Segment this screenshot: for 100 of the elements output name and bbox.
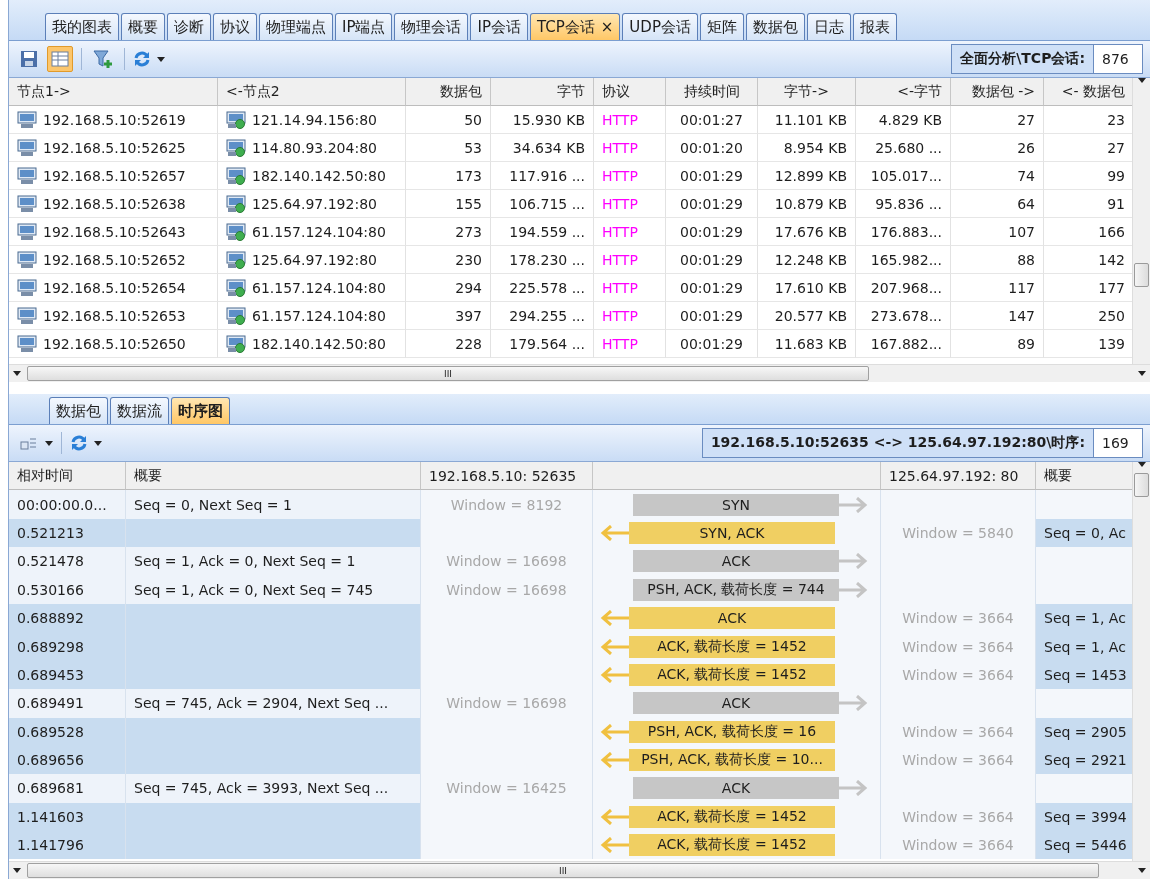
tab[interactable]: 数据流 (110, 397, 169, 424)
scrollbar-thumb[interactable]: III (27, 366, 869, 381)
column-header[interactable]: 协议 (594, 78, 666, 106)
table-cell: 165.982... (856, 246, 951, 274)
table-cell: 0.689491 (9, 689, 126, 718)
table-cell: 192.168.5.10:52657 (9, 162, 218, 190)
count-field[interactable]: 876 (1093, 45, 1142, 73)
table-cell: 27 (951, 106, 1044, 134)
tab[interactable]: TCP会话 × (529, 13, 621, 40)
table-cell: Seq = 1, Ack = 0, Next Seq = 1 (126, 547, 421, 576)
table-cell: 121.14.94.156:80 (218, 106, 406, 134)
column-header[interactable]: 125.64.97.192: 80 (881, 462, 1036, 491)
computer-icon (17, 278, 37, 297)
network-computer-icon (226, 278, 246, 297)
tab[interactable]: 时序图 (171, 397, 230, 424)
table-cell: 106.715 ... (491, 190, 594, 218)
table-cell: 0.688892 (9, 603, 126, 633)
right-arrow-icon (839, 695, 869, 712)
tab[interactable]: 协议 (213, 13, 257, 40)
dropdown-icon[interactable] (157, 56, 165, 62)
right-arrow-icon (839, 581, 869, 598)
table-cell: HTTP (594, 190, 666, 218)
scrollbar-thumb[interactable] (1134, 263, 1149, 287)
dropdown-icon[interactable] (94, 440, 102, 446)
right-arrow-icon (839, 553, 869, 570)
table-cell: 61.157.124.104:80 (218, 302, 406, 330)
left-arrow-icon (599, 723, 629, 740)
count-field[interactable]: 169 (1093, 429, 1142, 457)
table-cell: Window = 3664 (881, 660, 1036, 690)
network-computer-icon (226, 306, 246, 325)
table-cell: 64 (951, 190, 1044, 218)
table-cell: Seq = 3994 (1036, 802, 1132, 832)
tab[interactable]: 我的图表 (45, 13, 119, 40)
table-cell: 17.610 KB (758, 274, 856, 302)
scroll-right-icon[interactable] (1138, 868, 1146, 873)
network-computer-icon (226, 194, 246, 213)
tab[interactable]: 报表 (852, 13, 897, 40)
table-cell: 15.930 KB (491, 106, 594, 134)
tab[interactable]: 日志 (806, 13, 851, 40)
tab[interactable]: IP会话 (470, 13, 528, 40)
table-cell: Window = 3664 (881, 802, 1036, 832)
grid-view-icon[interactable] (47, 46, 73, 72)
tab[interactable]: 诊断 (167, 13, 211, 40)
column-header[interactable]: <-节点2 (218, 78, 406, 106)
column-header[interactable]: 持续时间 (666, 78, 758, 106)
scrollbar-thumb[interactable]: III (27, 863, 1099, 878)
table-cell: Window = 3664 (881, 632, 1036, 661)
table-cell: HTTP (594, 330, 666, 358)
table-cell: 00:01:29 (666, 330, 758, 358)
tab[interactable]: 数据包 (745, 13, 805, 40)
table-cell: Window = 16425 (421, 774, 593, 803)
packet-bar: PSH, ACK, 载荷长度 = 10... (629, 749, 835, 772)
column-header[interactable]: 概要 (1036, 462, 1132, 491)
tab[interactable]: 矩阵 (699, 13, 744, 40)
column-header[interactable]: 字节 (491, 78, 594, 106)
column-header[interactable]: 数据包 -> (951, 78, 1044, 106)
column-header[interactable]: 节点1-> (9, 78, 218, 106)
computer-icon (17, 194, 37, 213)
table-cell: 34.634 KB (491, 134, 594, 162)
tab[interactable]: 概要 (121, 13, 165, 40)
scroll-left-icon[interactable] (13, 371, 21, 376)
tab[interactable]: 物理会话 (394, 13, 469, 40)
table-cell: 192.168.5.10:52653 (9, 302, 218, 330)
tab[interactable]: 物理端点 (259, 13, 333, 40)
network-computer-icon (226, 110, 246, 129)
scroll-right-icon[interactable] (1138, 371, 1146, 376)
column-header[interactable]: 概要 (126, 462, 421, 491)
column-header[interactable]: 数据包 (406, 78, 491, 106)
table-cell: 11.101 KB (758, 106, 856, 134)
table-cell: Seq = 1453 (1036, 660, 1132, 690)
table-cell: 294.255 ... (491, 302, 594, 330)
computer-icon (17, 250, 37, 269)
column-header[interactable]: 相对时间 (9, 462, 126, 491)
column-header[interactable]: 192.168.5.10: 52635 (421, 462, 593, 491)
table-cell: 192.168.5.10:52625 (9, 134, 218, 162)
table-cell: 182.140.142.50:80 (218, 330, 406, 358)
table-cell: 61.157.124.104:80 (218, 274, 406, 302)
table-cell: 0.689656 (9, 745, 126, 775)
computer-icon (17, 306, 37, 325)
refresh-icon[interactable] (133, 50, 151, 68)
table-cell: 182.140.142.50:80 (218, 162, 406, 190)
scroll-left-icon[interactable] (13, 868, 21, 873)
table-cell: Window = 3664 (881, 831, 1036, 860)
table-cell: 397 (406, 302, 491, 330)
table-cell: 0.521213 (9, 518, 126, 548)
table-cell: 00:01:29 (666, 274, 758, 302)
table-cell: 00:01:20 (666, 134, 758, 162)
column-header[interactable]: 字节-> (758, 78, 856, 106)
tab[interactable]: UDP会话 (622, 13, 698, 40)
column-header[interactable]: <- 数据包 (1044, 78, 1132, 106)
column-header[interactable]: <-字节 (856, 78, 951, 106)
refresh-icon[interactable] (70, 434, 88, 452)
scrollbar-thumb[interactable] (1134, 473, 1149, 497)
dropdown-icon[interactable] (45, 440, 53, 446)
close-icon[interactable]: × (600, 18, 614, 36)
tab[interactable]: IP端点 (335, 13, 393, 40)
table-cell: 12.248 KB (758, 246, 856, 274)
table-cell: 26 (951, 134, 1044, 162)
table-cell: 179.564 ... (491, 330, 594, 358)
tab[interactable]: 数据包 (49, 397, 108, 424)
